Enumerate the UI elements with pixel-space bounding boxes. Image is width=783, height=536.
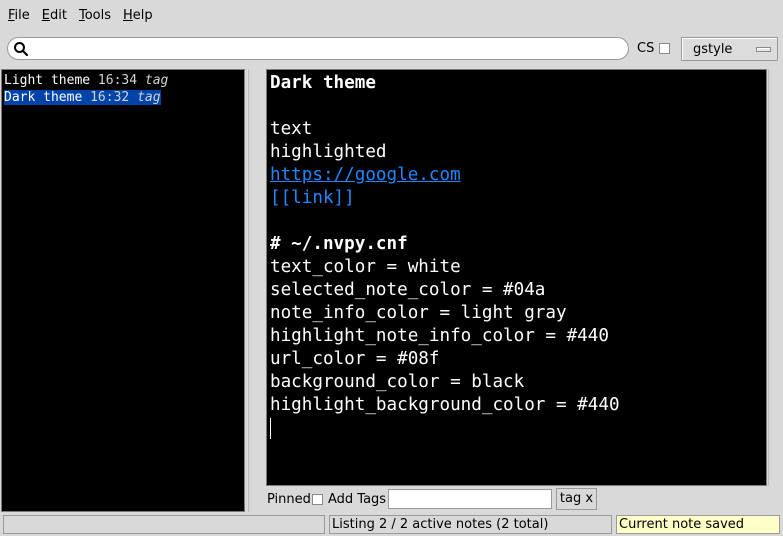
note-list[interactable]: Light theme 16:34 tag Dark theme 16:32 t… [1, 69, 245, 512]
menu-edit-mnemonic: E [41, 7, 50, 23]
search-icon [14, 42, 29, 57]
search-input[interactable] [32, 39, 622, 58]
add-tags-input[interactable] [388, 489, 552, 509]
note-time: 16:34 [97, 73, 138, 88]
pinned-checkbox[interactable] [312, 494, 323, 505]
search-style-value: gstyle [693, 42, 733, 57]
search-row: CS gstyle [0, 34, 783, 64]
menu-file-label: ile [14, 7, 30, 23]
editor-line: highlight_background_color = #440 [270, 395, 620, 415]
note-list-item[interactable]: Light theme 16:34 tag [2, 72, 244, 89]
case-sensitive-label: CS [637, 41, 655, 56]
menu-help-mnemonic: H [123, 7, 133, 23]
note-list-item-selected[interactable]: Dark theme 16:32 tag [2, 89, 244, 106]
add-tags-label: Add Tags [328, 492, 387, 507]
note-time: 16:32 [90, 90, 130, 105]
editor-line: text_color = white [270, 257, 461, 277]
menu-edit-label: dit [50, 7, 67, 23]
case-sensitive-checkbox[interactable] [659, 43, 670, 54]
note-list-scrollbar[interactable] [248, 69, 263, 512]
note-editor[interactable]: Dark theme text highlighted https://goog… [266, 69, 767, 486]
tag-remove-button[interactable]: tag x [556, 488, 597, 510]
note-tag: tag [144, 73, 169, 88]
menu-edit[interactable]: Edit [36, 8, 73, 23]
editor-note-link[interactable]: [[link]] [270, 188, 355, 208]
search-style-select[interactable]: gstyle [681, 37, 778, 61]
note-title: Dark theme [4, 90, 83, 105]
search-box[interactable] [7, 37, 629, 60]
option-menu-indicator-icon [756, 47, 771, 52]
menu-tools-label: ools [84, 7, 111, 23]
menu-help[interactable]: Help [117, 8, 159, 23]
editor-line: selected_note_color = #04a [270, 280, 546, 300]
editor-url-link[interactable]: https://google.com [270, 165, 461, 185]
editor-line-heading: # ~/.nvpy.cnf [270, 234, 408, 254]
editor-line: text [270, 119, 313, 139]
status-save-state: Current note saved [616, 515, 780, 534]
note-selection-highlight: Dark theme 16:32 tag [4, 90, 161, 105]
pinned-label: Pinned [267, 492, 311, 507]
note-tag: tag [137, 90, 161, 105]
text-cursor [270, 417, 271, 439]
menu-file[interactable]: File [2, 8, 36, 23]
editor-line: url_color = #08f [270, 349, 440, 369]
status-left [3, 515, 325, 534]
editor-line: highlighted [270, 142, 387, 162]
editor-line: highlight_note_info_color = #440 [270, 326, 609, 346]
menu-bar: File Edit Tools Help [0, 0, 783, 30]
editor-line-title: Dark theme [270, 73, 376, 93]
editor-scrollbar[interactable] [768, 69, 783, 486]
status-note-count: Listing 2 / 2 active notes (2 total) [329, 515, 612, 534]
editor-line: note_info_color = light gray [270, 303, 567, 323]
editor-line: background_color = black [270, 372, 525, 392]
menu-help-label: elp [132, 7, 153, 23]
note-title: Light theme [4, 73, 91, 88]
menu-tools[interactable]: Tools [73, 8, 117, 23]
